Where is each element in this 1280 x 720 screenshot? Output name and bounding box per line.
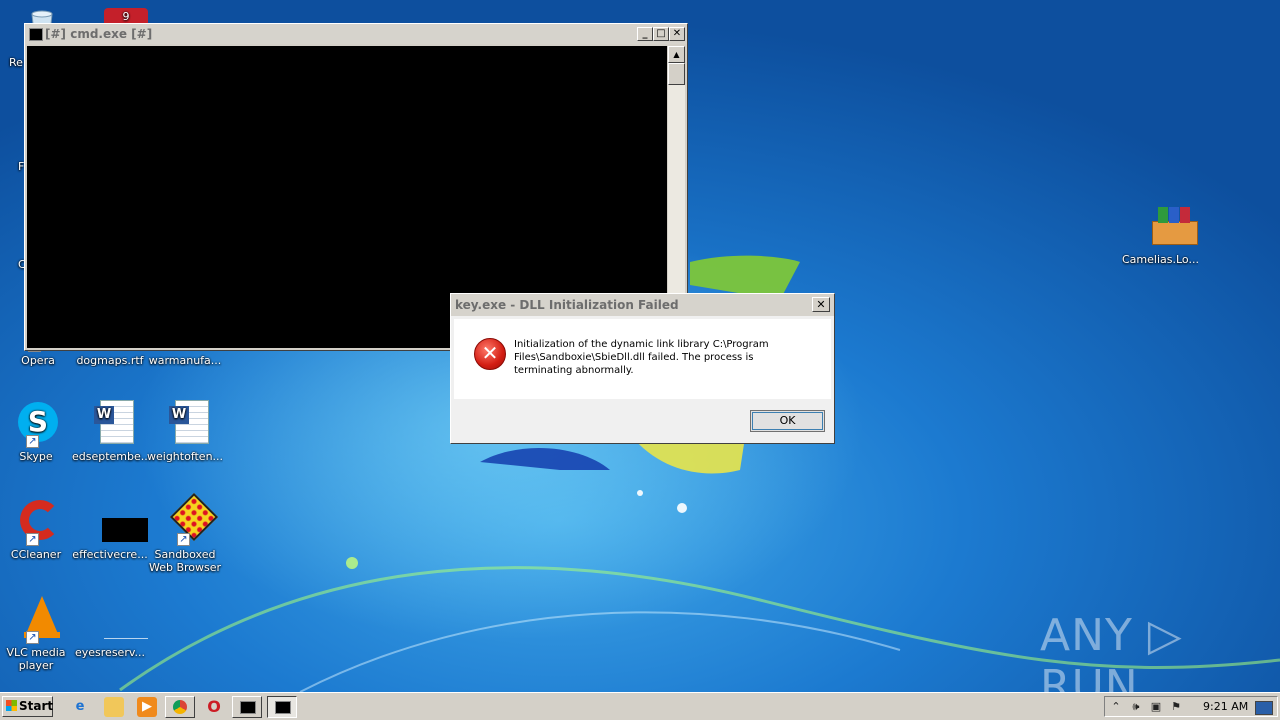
show-desktop-icon[interactable] [1255,701,1273,715]
opera-icon[interactable]: O [204,697,224,717]
desktop-icon-label: eyesreserv... [75,646,145,659]
start-button[interactable]: Start [2,696,53,717]
word-document-icon: W [86,400,134,448]
desktop: Re 9 ↗ F ↗ C ↗ Opera dogmaps.rtf war [0,0,1280,692]
console-icon [275,701,291,714]
desktop-icon-label: VLC media player [6,646,66,672]
dialog-message: Initialization of the dynamic link libra… [514,339,769,376]
chrome-taskbar-button[interactable] [165,696,195,718]
edseptember-file[interactable]: W edseptembe... [72,400,148,463]
cmd-taskbar-button[interactable] [267,696,297,718]
anyrun-watermark: ANY ▷ RUN [1040,610,1183,692]
desktop-icon-label: Opera [21,354,55,367]
shortcut-arrow-icon: ↗ [26,631,39,644]
network-icon[interactable]: ▣ [1149,699,1163,714]
desktop-icon-label: Camelias.Lo... [1122,253,1198,266]
error-icon: ✕ [474,338,506,370]
shortcut-arrow-icon: ↗ [177,533,190,546]
desktop-icon-label: weightoften... [147,450,223,463]
ccleaner-icon: ↗ [12,498,60,546]
maximize-button[interactable]: □ [653,27,669,41]
desktop-icon-label: CCleaner [10,548,62,561]
clock[interactable]: 9:21 AM [1203,697,1248,716]
console-icon [240,701,256,714]
desktop-icon-label: Skype [19,450,53,463]
cmd-window-title: [#] cmd.exe [#] [45,27,153,41]
scroll-up-button[interactable]: ▲ [668,46,685,63]
vlc-shortcut[interactable]: ↗ VLC media player [0,596,74,672]
volume-icon[interactable]: 🕪 [1129,699,1143,714]
desktop-icon-label: dogmaps.rtf [76,354,144,367]
system-tray: ⌃ 🕪 ▣ ⚑ 9:21 AM [1104,696,1278,717]
desktop-icon-label: edseptembe... [72,450,148,463]
windows-logo-icon [6,700,17,711]
flag-icon[interactable]: ⚑ [1169,699,1183,714]
dialog-title-bar[interactable]: key.exe - DLL Initialization Failed ✕ [451,294,834,316]
desktop-icon-label: Sandboxed Web Browser [148,548,222,574]
taskbar: Start e ▶ O ⌃ 🕪 ▣ ⚑ 9:21 AM [0,692,1280,720]
ie-icon[interactable]: e [70,697,90,717]
eyesreserv-file[interactable]: eyesreserv... [72,596,148,659]
dialog-title: key.exe - DLL Initialization Failed [455,298,679,312]
word-document-icon: W [161,400,209,448]
minimize-button[interactable]: _ [637,27,653,41]
shortcut-arrow-icon: ↗ [26,533,39,546]
ok-button[interactable]: OK [750,410,825,432]
dialog-body: ✕ Initialization of the dynamic link lib… [454,319,831,399]
close-button[interactable]: ✕ [669,27,685,41]
console-icon[interactable] [29,28,43,41]
camelias-archive[interactable]: Camelias.Lo... [1122,203,1198,266]
weightoften-file[interactable]: W weightoften... [147,400,223,463]
ccleaner-shortcut[interactable]: ↗ CCleaner [0,498,74,561]
folder-icon[interactable] [104,697,124,717]
error-dialog[interactable]: key.exe - DLL Initialization Failed ✕ ✕ … [450,293,835,444]
chevron-up-icon[interactable]: ⌃ [1109,699,1123,714]
media-icon[interactable]: ▶ [137,697,157,717]
sandboxie-icon: ↗ [161,492,219,546]
scroll-thumb[interactable] [668,63,685,85]
blank-file-icon [86,596,148,644]
start-label: Start [19,699,54,713]
sandboxed-browser-shortcut[interactable]: ↗ Sandboxed Web Browser [147,492,223,574]
winrar-icon [1136,203,1198,251]
taskbar-window-button[interactable] [232,696,262,718]
shortcut-arrow-icon: ↗ [26,435,39,448]
vlc-icon: ↗ [12,596,60,644]
dialog-close-button[interactable]: ✕ [812,297,830,312]
desktop-icon-label: effectivecre... [72,548,148,561]
chrome-icon [173,700,187,714]
effectivecre-file[interactable]: effectivecre... [72,498,148,561]
black-file-icon [86,498,148,546]
cmd-title-bar[interactable]: [#] cmd.exe [#] _ □ ✕ [25,24,687,44]
skype-icon: S ↗ [12,400,60,448]
skype-shortcut[interactable]: S ↗ Skype [0,400,74,463]
desktop-icon-label: warmanufa... [148,354,222,367]
